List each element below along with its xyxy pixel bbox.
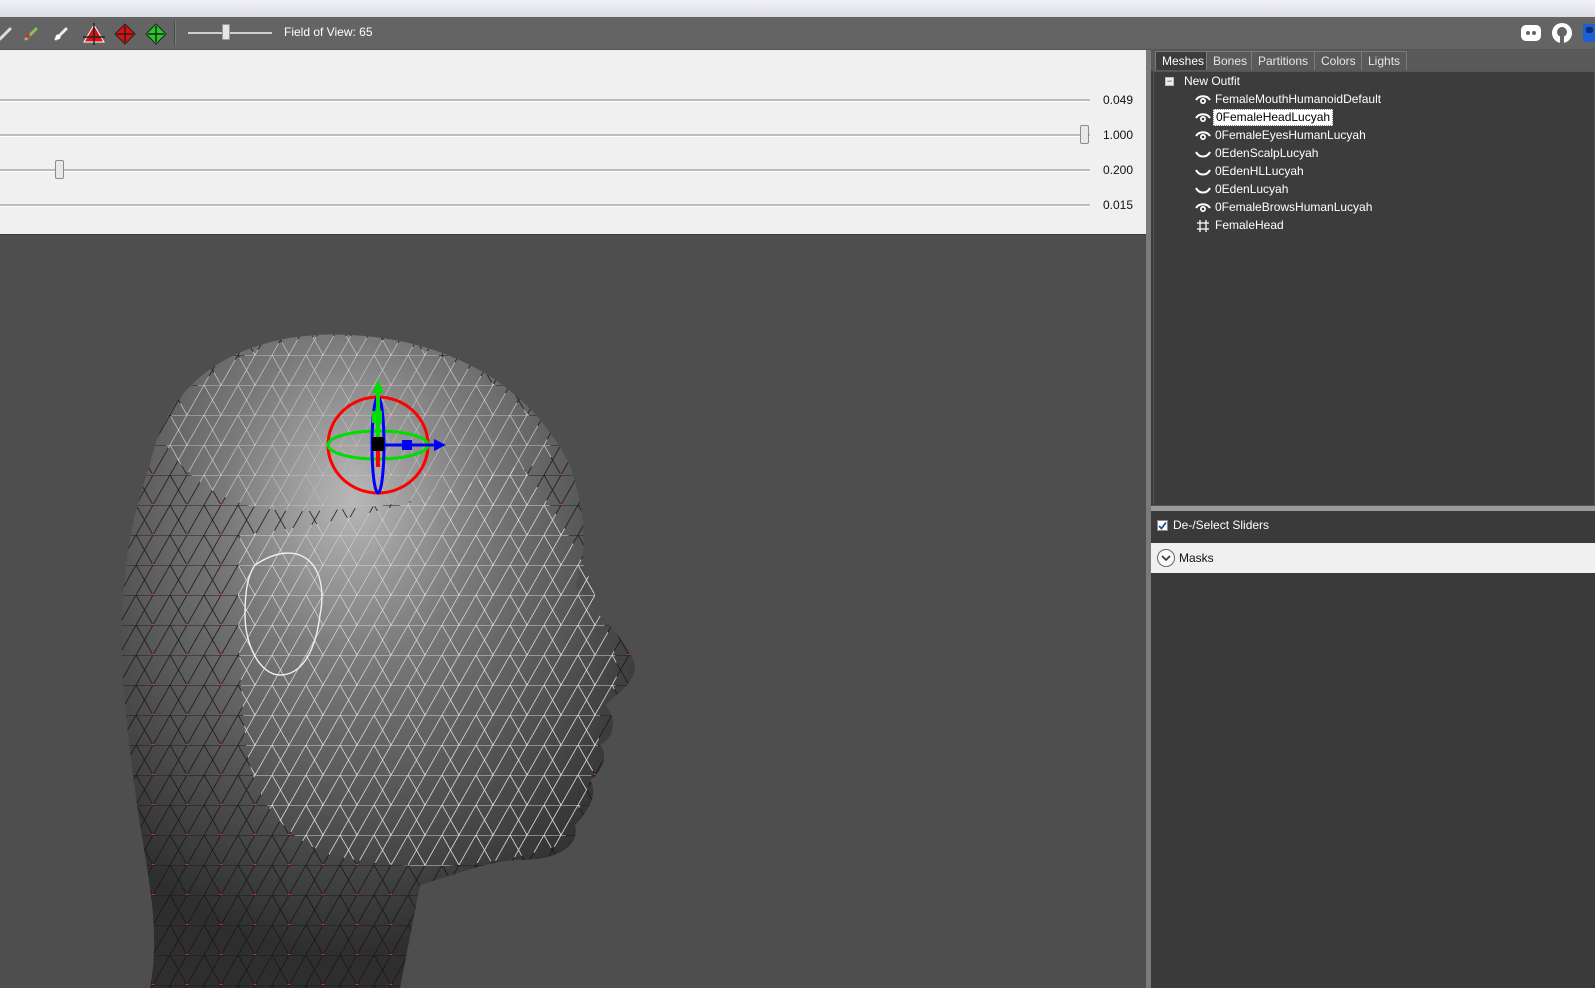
fov-slider-track [188,32,272,34]
mesh-item[interactable]: 0EdenHLLucyah [1195,163,1306,180]
mesh-item[interactable]: 0EdenLucyah [1195,181,1290,198]
eye-closed-icon[interactable] [1195,165,1211,179]
tree-root-label: New Outfit [1184,74,1241,88]
tab-partitions[interactable]: Partitions [1251,51,1316,70]
mesh-name: FemaleHead [1215,218,1284,232]
fov-label: Field of View: 65 [284,25,373,39]
discord-icon[interactable] [1519,21,1543,45]
panel-tabs: Meshes Bones Partitions Colors Lights [1151,50,1595,71]
tab-lights[interactable]: Lights [1361,51,1408,70]
slider-track[interactable] [0,134,1090,137]
github-icon[interactable] [1550,21,1574,45]
slider-track[interactable] [0,169,1090,172]
eye-open-icon[interactable] [1195,93,1211,107]
mesh-name: 0FemaleHeadLucyah [1213,109,1334,126]
slider-thumb[interactable] [1080,125,1089,144]
eye-open-icon[interactable] [1195,201,1211,215]
tree-root[interactable]: − New Outfit [1165,74,1240,88]
slider-row: 1.000 [0,125,1146,145]
panel-splitter-horizontal[interactable] [1151,506,1595,511]
deselect-sliders-label: De-/Select Sliders [1173,518,1270,532]
brush-tool-icon[interactable] [0,21,18,45]
3d-viewport[interactable] [0,235,1146,988]
collapse-icon[interactable]: − [1165,76,1174,86]
mesh-name: FemaleMouthHumanoidDefault [1215,92,1382,106]
window-title-strip [0,0,1595,18]
mesh-name: 0FemaleBrowsHumanLucyah [1215,200,1373,214]
right-panel: Meshes Bones Partitions Colors Lights − … [1151,50,1595,988]
tab-meshes[interactable]: Meshes [1155,51,1212,70]
mesh-item[interactable]: 0FemaleBrowsHumanLucyah [1195,199,1374,216]
grid-icon[interactable] [1195,219,1211,233]
deselect-sliders-checkbox[interactable] [1157,519,1168,531]
move-diamond-icon[interactable] [143,21,169,47]
mesh-item[interactable]: 0EdenScalpLucyah [1195,145,1320,162]
masks-label: Masks [1179,551,1214,565]
eye-open-icon[interactable] [1195,129,1211,143]
masks-section[interactable]: Masks [1151,543,1595,573]
slider-thumb[interactable] [55,160,64,179]
scale-diamond-icon[interactable] [112,21,138,47]
slider-track[interactable] [0,204,1090,207]
mesh-item-selected[interactable]: 0FemaleHeadLucyah [1195,109,1334,126]
chevron-down-icon[interactable] [1157,549,1175,567]
paypal-icon[interactable] [1580,21,1595,45]
mesh-item[interactable]: FemaleHead [1195,217,1286,234]
slider-row: 0.049 [0,90,1146,110]
slider-value: 0.049 [1103,93,1134,107]
toolbar-separator [174,21,176,45]
slider-panel: 0.049 1.000 0.200 0.015 [0,50,1146,234]
brush-tool-green-icon[interactable] [20,21,44,45]
move-vertex-icon[interactable] [81,21,107,47]
slider-value: 0.200 [1103,163,1134,177]
deselect-sliders-toggle[interactable]: De-/Select Sliders [1157,518,1269,532]
slider-row: 0.200 [0,160,1146,180]
eye-open-icon[interactable] [1195,111,1211,125]
slider-track[interactable] [0,99,1090,102]
mesh-item[interactable]: 0FemaleEyesHumanLucyah [1195,127,1368,144]
fov-slider-thumb[interactable] [222,24,230,40]
eye-closed-icon[interactable] [1195,183,1211,197]
mesh-name: 0EdenLucyah [1215,182,1289,196]
fov-slider[interactable] [188,24,272,40]
mesh-name: 0EdenScalpLucyah [1215,146,1319,160]
slider-row: 0.015 [0,195,1146,215]
mesh-tree[interactable]: − New Outfit FemaleMouthHumanoidDefault … [1153,71,1595,506]
eye-closed-icon[interactable] [1195,147,1211,161]
mesh-item[interactable]: FemaleMouthHumanoidDefault [1195,91,1383,108]
tab-bones[interactable]: Bones [1206,51,1255,70]
slider-value: 1.000 [1103,128,1134,142]
tab-colors[interactable]: Colors [1314,51,1363,70]
mesh-name: 0EdenHLLucyah [1215,164,1304,178]
toolbar: Field of View: 65 [0,17,1595,50]
slider-value: 0.015 [1103,198,1134,212]
head-mesh-render [121,334,636,988]
mesh-name: 0FemaleEyesHumanLucyah [1215,128,1366,142]
brush-tool-pale-icon[interactable] [50,21,74,45]
